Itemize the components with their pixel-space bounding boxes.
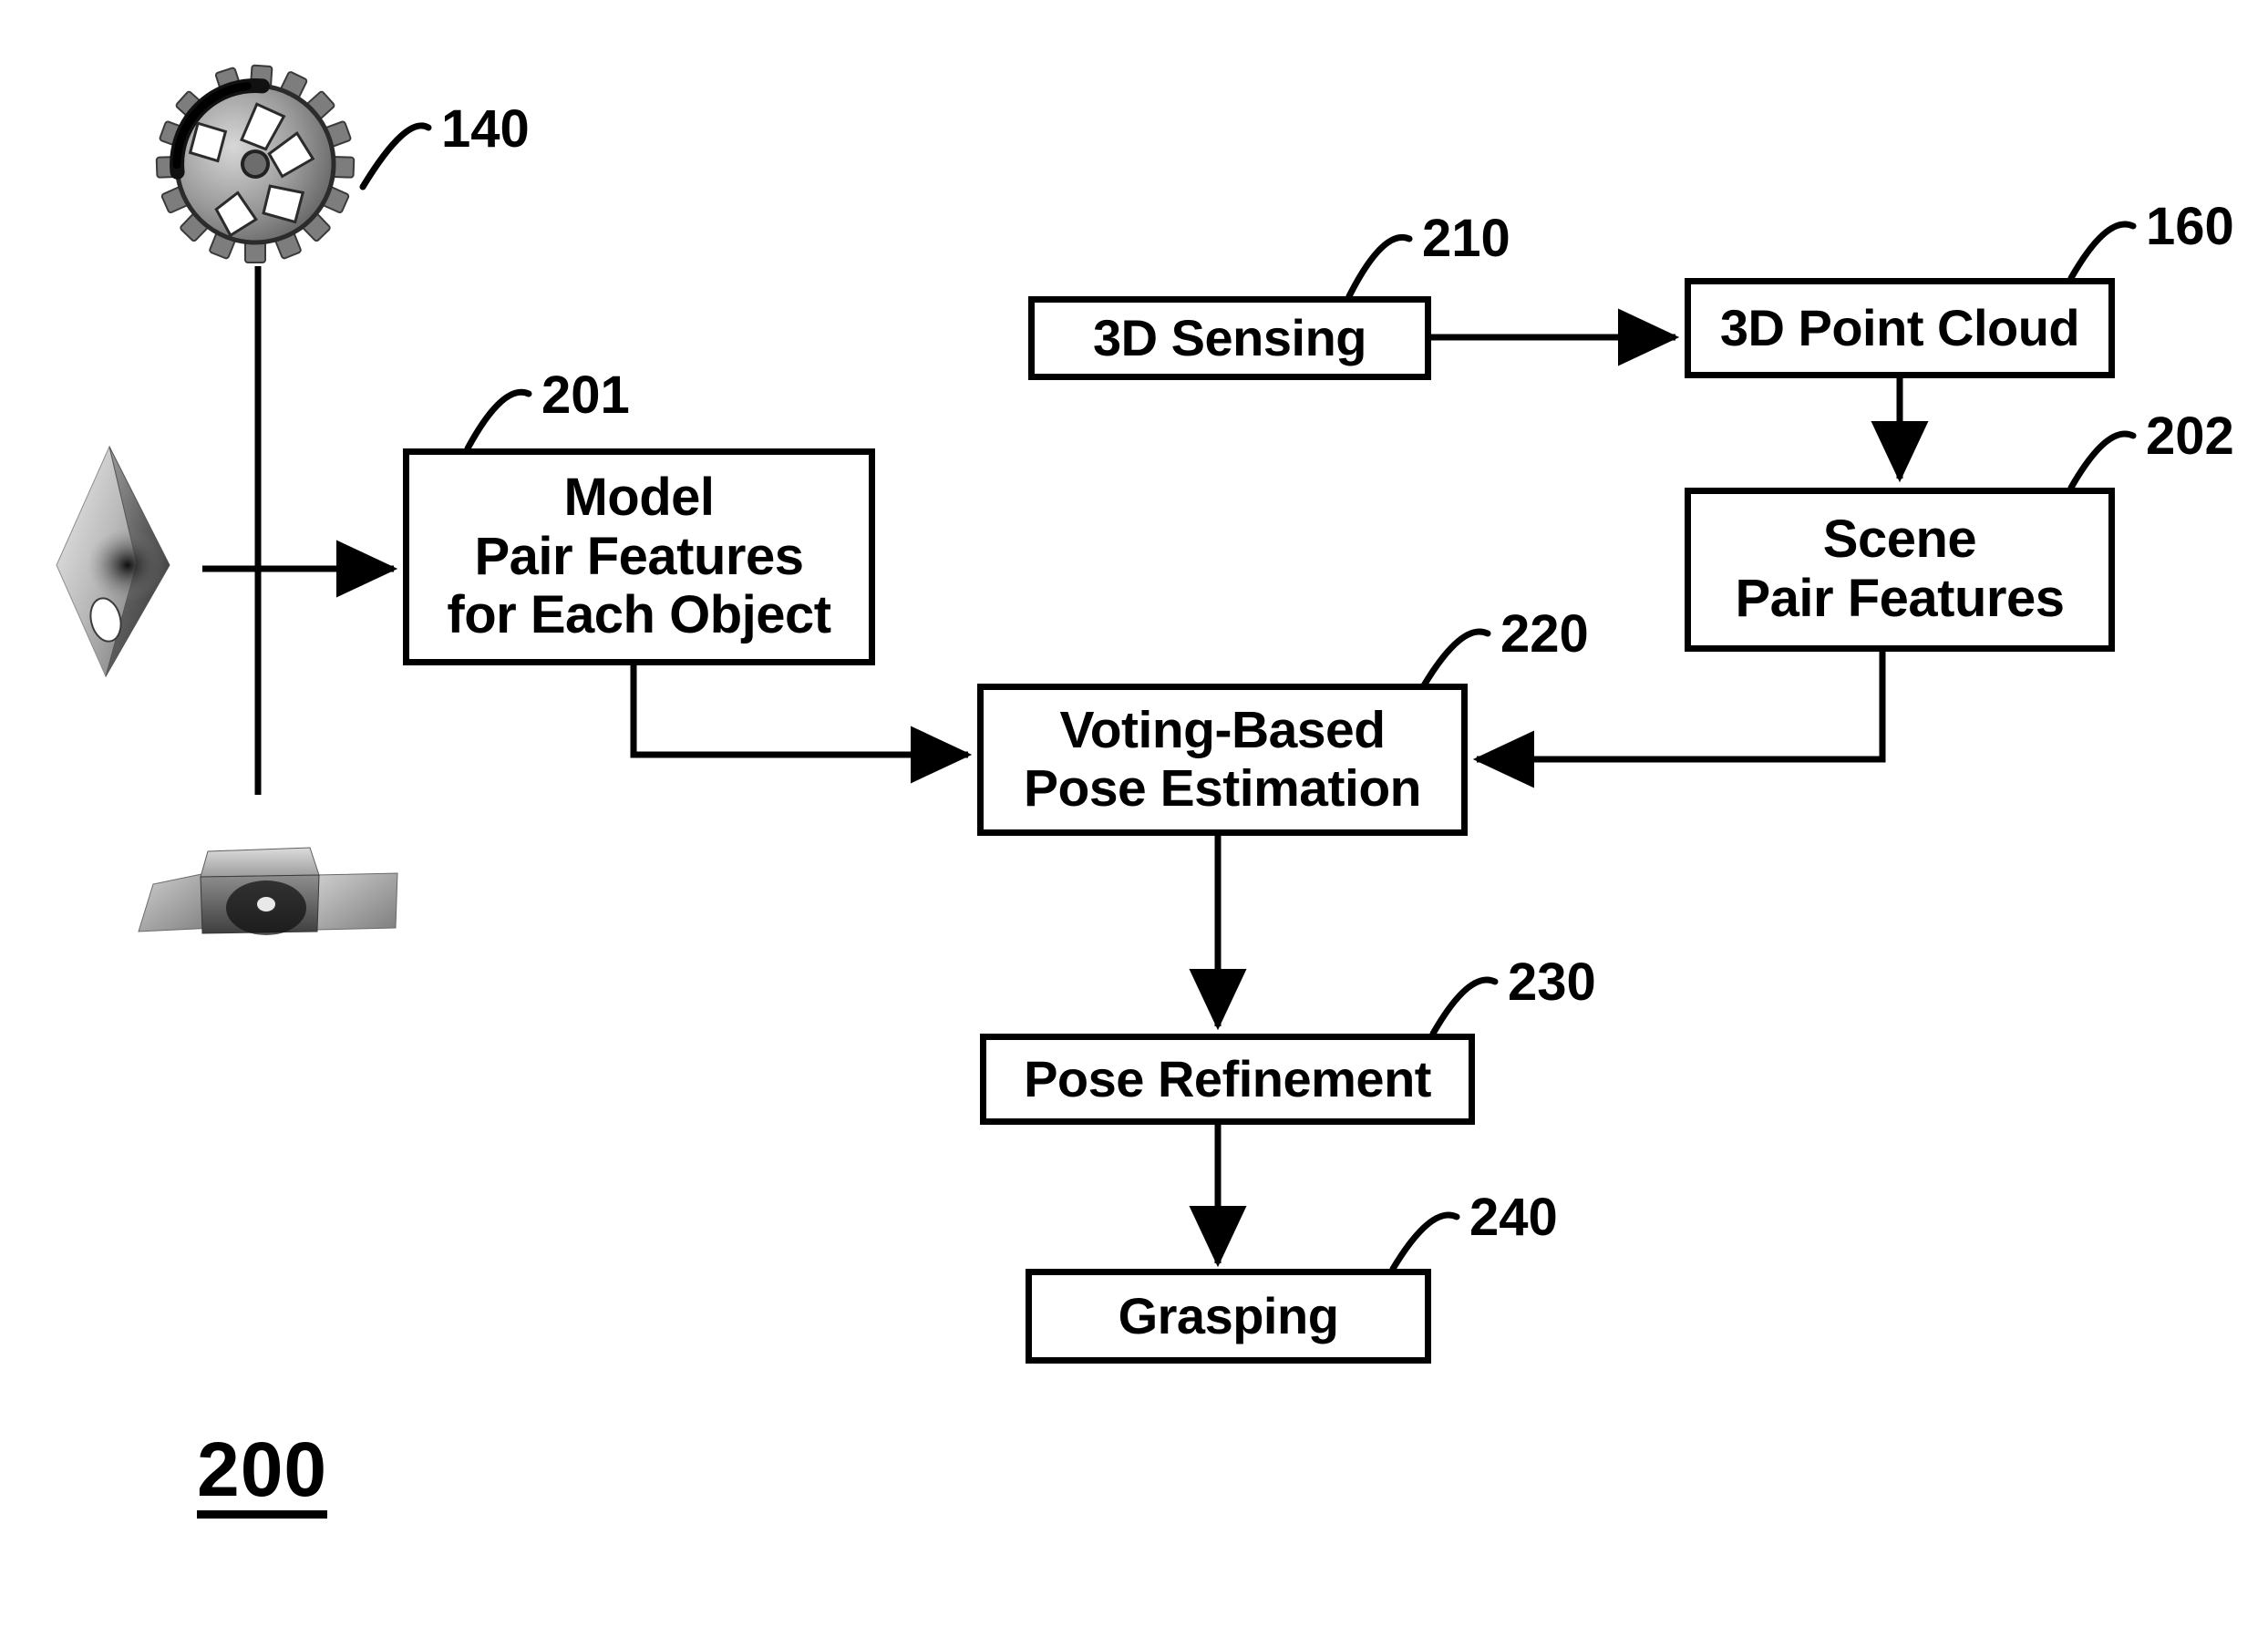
box-3d-sensing-label: 3D Sensing (1093, 308, 1366, 366)
box-grasping-label: Grasping (1118, 1286, 1339, 1344)
box-voting-line-1: Voting-Based (1059, 700, 1386, 759)
figure-number: 200 (197, 1431, 328, 1519)
ref-number-201: 201 (541, 366, 630, 425)
box-grasping[interactable]: Grasping (1026, 1269, 1431, 1364)
box-model-pair-features-line-3: for Each Object (447, 585, 831, 645)
box-model-pair-features-line-2: Pair Features (474, 526, 804, 586)
rhombus-plate-3d-model (56, 445, 170, 678)
box-model-pair-features-line-1: Model (563, 467, 715, 527)
mechanical-bracket-3d-model (138, 847, 398, 935)
box-scene-pair-features-line-1: Scene (1822, 510, 1977, 570)
patent-figure-canvas: Model Pair Features for Each Object 3D S… (0, 0, 2268, 1627)
box-scene-pair-features[interactable]: Scene Pair Features (1685, 488, 2115, 652)
ref-number-160: 160 (2146, 197, 2234, 256)
box-voting-line-2: Pose Estimation (1024, 758, 1421, 818)
box-pose-refinement-label: Pose Refinement (1024, 1049, 1431, 1107)
box-3d-sensing[interactable]: 3D Sensing (1028, 296, 1431, 380)
box-voting-based-pose-estimation[interactable]: Voting-Based Pose Estimation (977, 684, 1468, 836)
box-scene-pair-features-line-2: Pair Features (1735, 569, 2065, 628)
ref-number-140: 140 (441, 99, 530, 159)
box-pose-refinement[interactable]: Pose Refinement (980, 1034, 1475, 1125)
box-3d-point-cloud-label: 3D Point Cloud (1719, 298, 2080, 356)
box-3d-point-cloud[interactable]: 3D Point Cloud (1685, 278, 2115, 378)
ref-number-210: 210 (1422, 209, 1510, 268)
ref-number-240: 240 (1469, 1188, 1558, 1247)
box-model-pair-features[interactable]: Model Pair Features for Each Object (403, 448, 875, 665)
ref-number-230: 230 (1508, 953, 1596, 1012)
gear-sprocket-3d-model (155, 64, 356, 263)
ref-number-202: 202 (2146, 407, 2234, 466)
ref-number-220: 220 (1500, 604, 1589, 664)
